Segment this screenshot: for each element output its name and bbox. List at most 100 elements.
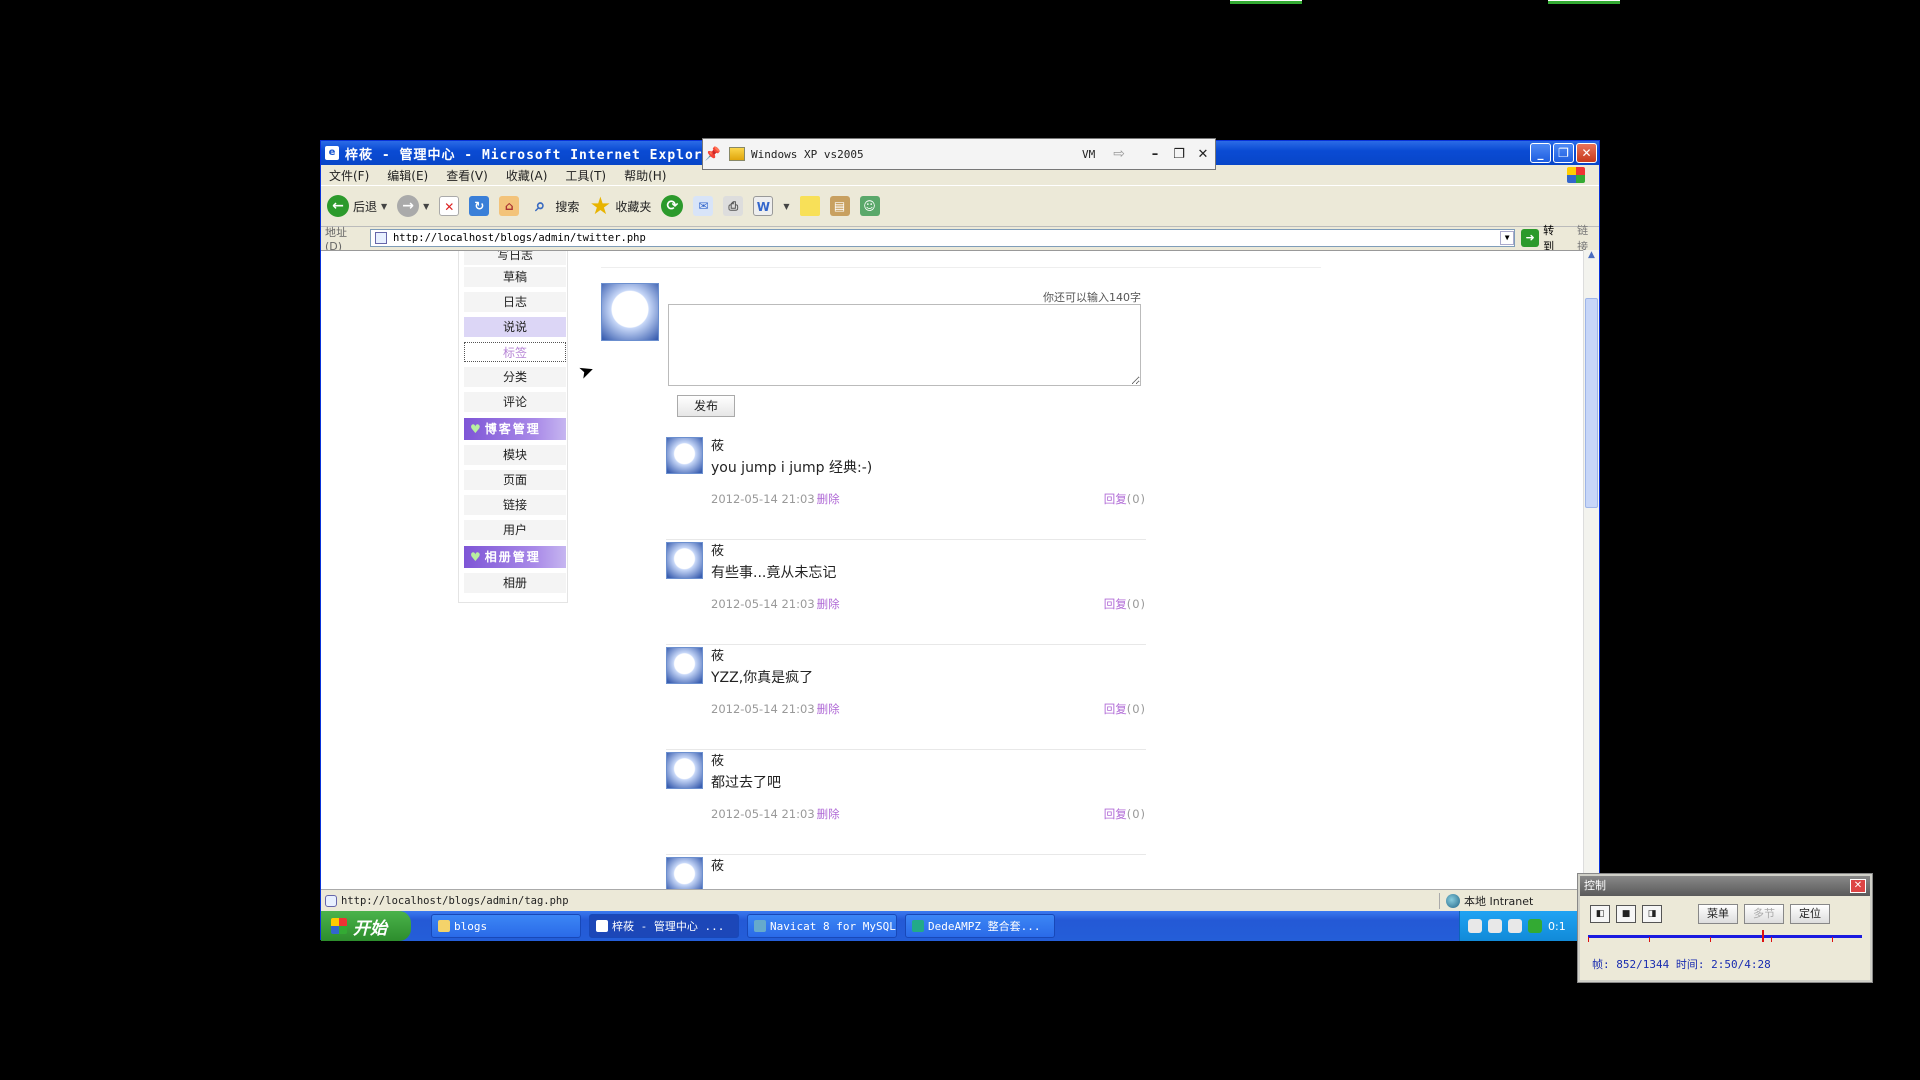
address-url: http://localhost/blogs/admin/twitter.php: [392, 232, 646, 244]
delete-link[interactable]: 删除: [817, 807, 840, 821]
reply-count: (0): [1126, 702, 1146, 716]
taskbar-item-ie[interactable]: 梓莜 - 管理中心 ...: [589, 914, 739, 938]
home-icon[interactable]: ⌂: [499, 196, 520, 216]
chevron-down-icon[interactable]: ▼: [1500, 231, 1515, 245]
sidebar-section-album-label: 相册管理: [484, 550, 541, 564]
post-content: 有些事...竟从未忘记: [711, 565, 837, 581]
page-icon: [374, 232, 387, 244]
post-date-row: 2012-05-14 21:03 删除: [711, 491, 840, 507]
messenger-icon[interactable]: ☺: [859, 196, 880, 216]
vm-restore-button[interactable]: ❐: [1167, 147, 1191, 162]
vm-minimize-button[interactable]: –: [1143, 147, 1167, 162]
favorites-button[interactable]: ★ 收藏夹: [589, 194, 652, 218]
tweet-textarea[interactable]: [668, 304, 1141, 386]
history-icon[interactable]: ⟳: [661, 195, 684, 217]
next-frame-button[interactable]: ◨: [1642, 905, 1662, 923]
help-icon[interactable]: [1488, 919, 1502, 933]
publish-button[interactable]: 发布: [677, 395, 735, 417]
note-icon[interactable]: [799, 196, 820, 216]
stop-icon[interactable]: ✕: [439, 196, 460, 216]
sidebar-item-logs[interactable]: 日志: [464, 292, 566, 312]
delete-link[interactable]: 删除: [817, 597, 840, 611]
menu-view[interactable]: 查看(V): [446, 167, 488, 184]
sidebar-item-modules[interactable]: 模块: [464, 445, 566, 465]
sidebar-item-categories[interactable]: 分类: [464, 367, 566, 387]
taskbar-item-blogs[interactable]: blogs: [431, 914, 581, 938]
heart-icon: ♥: [470, 422, 483, 436]
sidebar-item-drafts[interactable]: 草稿: [464, 267, 566, 287]
print-icon[interactable]: ⎙: [723, 196, 744, 216]
research-icon[interactable]: ▤: [829, 196, 850, 216]
reply-link[interactable]: 回复(0): [1104, 806, 1146, 822]
search-button[interactable]: ⌕ 搜索: [529, 195, 579, 217]
windows-flag-icon: [331, 918, 347, 934]
stop-button[interactable]: ■: [1616, 905, 1636, 923]
security-zone: 本地 Intranet: [1439, 892, 1599, 909]
top-indicator-2: [1548, 0, 1620, 4]
mail-icon[interactable]: ✉: [693, 196, 714, 216]
forward-button[interactable]: → ▼: [397, 195, 429, 217]
maximize-button[interactable]: ❐: [1553, 143, 1574, 163]
list-item: 莜 有些事...竟从未忘记 2012-05-14 21:03 删除 回复(0): [666, 540, 1146, 645]
timeline-marker: [1649, 937, 1650, 942]
multi-section-button[interactable]: 多节: [1744, 904, 1784, 924]
minimize-button[interactable]: _: [1530, 143, 1551, 163]
vm-menu[interactable]: VM: [1082, 148, 1095, 161]
reply-link[interactable]: 回复(0): [1104, 701, 1146, 717]
menu-edit[interactable]: 编辑(E): [387, 167, 428, 184]
window-title: 梓莜 - 管理中心 - Microsoft Internet Explorer: [345, 147, 721, 163]
sidebar-item-links[interactable]: 链接: [464, 495, 566, 515]
keyboard-icon[interactable]: [1468, 919, 1482, 933]
back-button[interactable]: ← 后退 ▼: [327, 195, 387, 217]
task-label: blogs: [454, 919, 488, 933]
reply-link[interactable]: 回复(0): [1104, 596, 1146, 612]
avatar: [666, 752, 703, 789]
scroll-thumb[interactable]: [1585, 298, 1598, 508]
reply-link[interactable]: 回复(0): [1104, 491, 1146, 507]
start-button[interactable]: 开始: [321, 911, 411, 941]
close-icon[interactable]: ✕: [1850, 879, 1866, 893]
post-author: 莜: [711, 544, 725, 559]
delete-link[interactable]: 删除: [817, 492, 840, 506]
address-input[interactable]: http://localhost/blogs/admin/twitter.php…: [369, 229, 1516, 247]
menu-button[interactable]: 菜单: [1698, 904, 1738, 924]
menu-file[interactable]: 文件(F): [329, 167, 369, 184]
arrow-right-icon[interactable]: ⇨: [1113, 146, 1125, 162]
playhead[interactable]: [1761, 930, 1764, 942]
chevron-down-icon[interactable]: ▼: [783, 202, 789, 211]
edit-icon[interactable]: W: [753, 196, 774, 216]
locate-button[interactable]: 定位: [1790, 904, 1830, 924]
delete-link[interactable]: 删除: [817, 702, 840, 716]
sidebar-item-twitter[interactable]: 说说: [464, 317, 566, 337]
taskbar-item-navicat[interactable]: Navicat 8 for MySQL: [747, 914, 897, 938]
shield-icon[interactable]: [1528, 919, 1542, 933]
menu-tools[interactable]: 工具(T): [565, 167, 606, 184]
task-label: DedeAMPZ 整合套...: [928, 920, 1041, 933]
network-icon[interactable]: [1508, 919, 1522, 933]
zone-label: 本地 Intranet: [1464, 894, 1534, 908]
vm-close-button[interactable]: ✕: [1191, 147, 1215, 162]
refresh-icon[interactable]: ↻: [469, 196, 490, 216]
taskbar-item-dedeampz[interactable]: DedeAMPZ 整合套...: [905, 914, 1055, 938]
navicat-icon: [754, 920, 766, 932]
sidebar-item-tags[interactable]: 标签: [464, 342, 566, 362]
divider: [601, 267, 1321, 268]
menu-favorites[interactable]: 收藏(A): [506, 167, 548, 184]
chevron-down-icon[interactable]: ▼: [381, 202, 387, 211]
timeline-marker: [1832, 937, 1833, 942]
vertical-scrollbar[interactable]: ▲: [1583, 250, 1599, 889]
close-button[interactable]: ✕: [1576, 143, 1597, 163]
playback-timeline[interactable]: [1588, 930, 1862, 942]
sidebar-item-album[interactable]: 相册: [464, 573, 566, 593]
sidebar-item-write-log[interactable]: 写日志: [464, 251, 566, 265]
prev-frame-button[interactable]: ◧: [1590, 905, 1610, 923]
sidebar-item-comments[interactable]: 评论: [464, 392, 566, 412]
sidebar-item-pages[interactable]: 页面: [464, 470, 566, 490]
menu-help[interactable]: 帮助(H): [624, 167, 666, 184]
pin-icon[interactable]: 📌: [703, 147, 723, 162]
char-count-hint: 你还可以输入140字: [1043, 291, 1141, 304]
sidebar-item-users[interactable]: 用户: [464, 520, 566, 540]
scroll-up-icon[interactable]: ▲: [1584, 250, 1599, 266]
admin-sidebar: 写日志 草稿 日志 说说 标签 分类 评论 ♥ 博客管理 模块 页面 链接 用户 …: [458, 251, 568, 603]
post-date: 2012-05-14 21:03: [711, 807, 815, 821]
